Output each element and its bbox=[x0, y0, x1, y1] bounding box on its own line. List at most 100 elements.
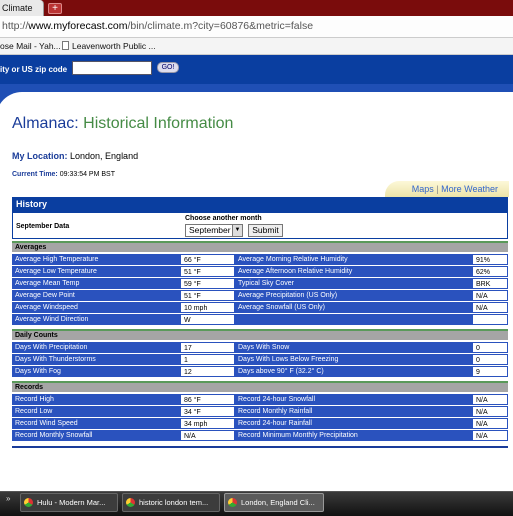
url-prefix: http:// bbox=[2, 20, 29, 32]
url-domain: www.myforecast.com bbox=[28, 20, 128, 32]
taskbar-item-hulu[interactable]: Hulu - Modern Mar... bbox=[20, 493, 118, 512]
stat-label: Record 24-hour Rainfall bbox=[235, 418, 472, 429]
maps-weather-tab: Maps | More Weather bbox=[385, 181, 509, 197]
stat-label: Average High Temperature bbox=[12, 254, 180, 265]
browser-tab-bar bbox=[0, 0, 513, 16]
more-weather-link[interactable]: More Weather bbox=[441, 184, 498, 194]
stat-label: Average Low Temperature bbox=[12, 266, 180, 277]
taskbar-item-historic-london[interactable]: historic london tem... bbox=[122, 493, 220, 512]
taskbar-item-london-climate[interactable]: London, England Cli... bbox=[224, 493, 324, 512]
table-row: Record Low 34 °F Record Monthly Rainfall N/… bbox=[12, 406, 508, 418]
stat-label: Average Windspeed bbox=[12, 302, 180, 313]
current-time: Current Time: 09:33:54 PM BST bbox=[12, 171, 115, 178]
bookmark-leavenworth[interactable]: Leavenworth Public ... bbox=[62, 41, 156, 51]
stat-label: Days With Thunderstorms bbox=[12, 354, 180, 365]
new-tab-button[interactable]: + bbox=[48, 3, 62, 14]
stat-label: Average Afternoon Relative Humidity bbox=[235, 266, 472, 277]
section-header-records: Records bbox=[12, 381, 508, 392]
bookmarks-bar: ose Mail - Yah... Leavenworth Public ... bbox=[0, 38, 513, 55]
zip-search-label: ity or US zip code bbox=[0, 65, 68, 74]
chevron-down-icon: ▼ bbox=[232, 225, 242, 236]
stat-value: BRK bbox=[472, 278, 508, 289]
stat-label: Days With Lows Below Freezing bbox=[235, 354, 472, 365]
stat-value: 86 °F bbox=[180, 394, 235, 405]
table-row: Days With Thunderstorms 1 Days With Lows B… bbox=[12, 354, 508, 366]
period-label: September Data bbox=[16, 223, 70, 230]
bookmark-label: Leavenworth Public ... bbox=[72, 41, 156, 51]
taskbar-label: historic london tem... bbox=[139, 498, 209, 507]
stat-label: Average Snowfall (US Only) bbox=[235, 302, 472, 313]
stat-label: Typical Sky Cover bbox=[235, 278, 472, 289]
stat-label: Record Monthly Snowfall bbox=[12, 430, 180, 441]
stat-value: 1 bbox=[180, 354, 235, 365]
stat-value: 59 °F bbox=[180, 278, 235, 289]
stat-value: N/A bbox=[472, 406, 508, 417]
browser-tab-climate[interactable]: Climate bbox=[0, 0, 44, 16]
location-label: My Location: bbox=[12, 151, 68, 161]
taskbar-label: Hulu - Modern Mar... bbox=[37, 498, 106, 507]
stat-value: 0 bbox=[472, 342, 508, 353]
stat-value: 12 bbox=[180, 366, 235, 377]
taskbar-overflow-icon[interactable]: » bbox=[6, 494, 10, 503]
go-button[interactable]: GO! bbox=[157, 62, 179, 73]
stat-label: Days above 90° F (32.2° C) bbox=[235, 366, 472, 377]
stat-value: 17 bbox=[180, 342, 235, 353]
table-row: Days With Fog 12 Days above 90° F (32.2° C… bbox=[12, 366, 508, 378]
time-label: Current Time: bbox=[12, 171, 58, 178]
stat-value: 91% bbox=[472, 254, 508, 265]
stat-value: N/A bbox=[472, 302, 508, 313]
history-header: History bbox=[12, 197, 508, 212]
chrome-icon bbox=[126, 498, 135, 507]
stat-label: Days With Fog bbox=[12, 366, 180, 377]
stat-value: 62% bbox=[472, 266, 508, 277]
table-row: Days With Precipitation 17 Days With Snow 0 bbox=[12, 342, 508, 354]
bookmark-mail[interactable]: ose Mail - Yah... bbox=[0, 41, 61, 51]
stat-value: N/A bbox=[180, 430, 235, 441]
chrome-icon bbox=[228, 498, 237, 507]
stat-value: 34 °F bbox=[180, 406, 235, 417]
table-row: Record High 86 °F Record 24-hour Snowfall N… bbox=[12, 394, 508, 406]
maps-link[interactable]: Maps bbox=[412, 184, 434, 194]
stat-label: Record Minimum Monthly Precipitation bbox=[235, 430, 472, 441]
section-header-averages: Averages bbox=[12, 241, 508, 252]
time-value: 09:33:54 PM BST bbox=[59, 171, 115, 178]
stat-label: Average Wind Direction bbox=[12, 314, 180, 325]
stat-label: Average Precipitation (US Only) bbox=[235, 290, 472, 301]
stat-label: Record Wind Speed bbox=[12, 418, 180, 429]
table-row: Average Dew Point 51 °F Average Precipitat… bbox=[12, 290, 508, 302]
stat-label: Average Mean Temp bbox=[12, 278, 180, 289]
address-url[interactable]: http://www.myforecast.com/bin/climate.m?… bbox=[2, 20, 313, 32]
table-row: Average Mean Temp 59 °F Typical Sky Cover B… bbox=[12, 278, 508, 290]
table-row: Record Monthly Snowfall N/A Record Minimum… bbox=[12, 430, 508, 442]
stat-label: Days With Snow bbox=[235, 342, 472, 353]
stat-label: Average Dew Point bbox=[12, 290, 180, 301]
page-icon bbox=[62, 41, 69, 50]
my-location: My Location: London, England bbox=[12, 151, 138, 161]
stat-label: Record Monthly Rainfall bbox=[235, 406, 472, 417]
taskbar-label: London, England Cli... bbox=[241, 498, 315, 507]
stat-value: N/A bbox=[472, 430, 508, 441]
choose-month-label: Choose another month bbox=[185, 215, 262, 222]
stat-value: N/A bbox=[472, 394, 508, 405]
stat-value: 51 °F bbox=[180, 290, 235, 301]
stat-value: 66 °F bbox=[180, 254, 235, 265]
stat-label: Record High bbox=[12, 394, 180, 405]
stat-value: 51 °F bbox=[180, 266, 235, 277]
title-almanac: Almanac: bbox=[12, 115, 79, 132]
chrome-icon bbox=[24, 498, 33, 507]
page-title: Almanac: Historical Information bbox=[12, 115, 233, 133]
stat-value: 34 mph bbox=[180, 418, 235, 429]
stat-label bbox=[235, 314, 472, 325]
submit-button[interactable]: Submit bbox=[248, 224, 283, 237]
stat-value: 9 bbox=[472, 366, 508, 377]
table-row: Average High Temperature 66 °F Average Mor… bbox=[12, 254, 508, 266]
table-bottom-border bbox=[12, 446, 508, 448]
month-select[interactable]: September ▼ bbox=[185, 224, 243, 237]
location-value: London, England bbox=[70, 151, 139, 161]
stat-label: Record 24-hour Snowfall bbox=[235, 394, 472, 405]
stat-value: N/A bbox=[472, 418, 508, 429]
stat-value: 10 mph bbox=[180, 302, 235, 313]
zip-search-input[interactable] bbox=[72, 61, 152, 75]
tab-separator: | bbox=[436, 184, 439, 194]
table-row: Record Wind Speed 34 mph Record 24-hour Ra… bbox=[12, 418, 508, 430]
